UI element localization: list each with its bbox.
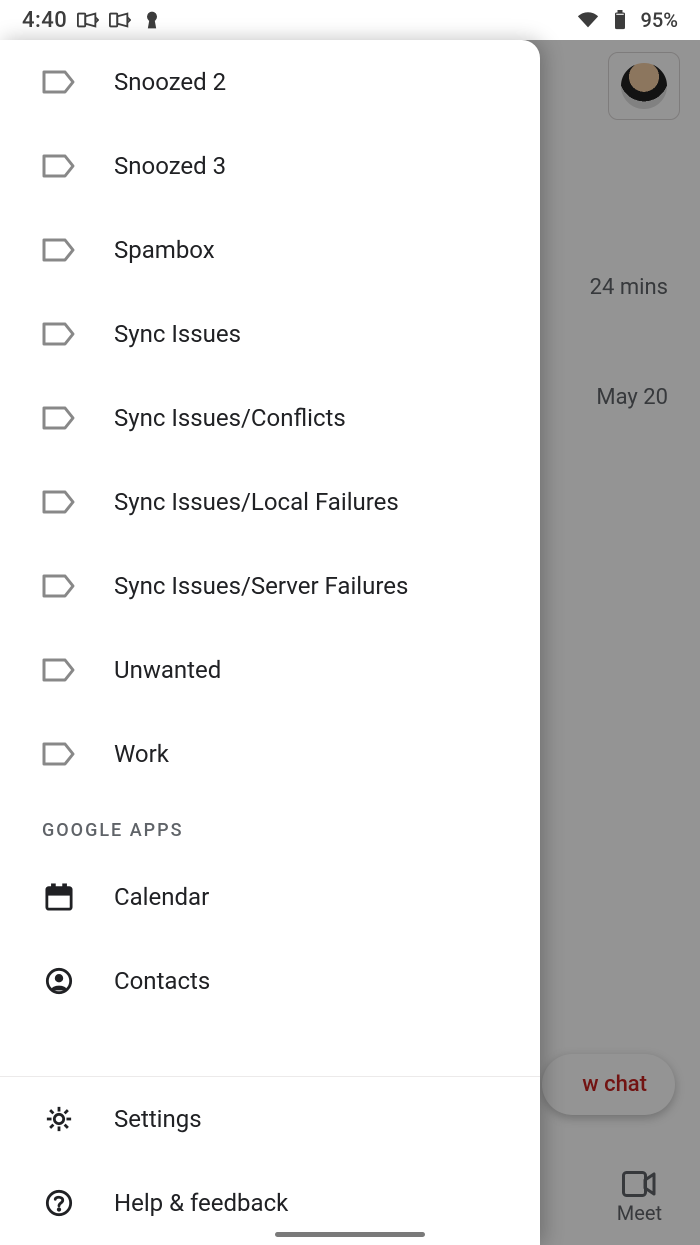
label-icon	[42, 488, 76, 516]
sidebar-item-sync-server-failures[interactable]: Sync Issues/Server Failures	[0, 544, 540, 628]
navigation-drawer: Snoozed 2 Snoozed 3 Spambox Sync Issues …	[0, 40, 540, 1245]
sidebar-item-label: Sync Issues/Local Failures	[114, 488, 399, 516]
nav-handle[interactable]	[275, 1232, 425, 1237]
status-bar: 4:40 95%	[0, 0, 700, 40]
label-icon	[42, 572, 76, 600]
help-icon	[42, 1189, 76, 1217]
sidebar-item-label: Calendar	[114, 883, 209, 911]
calendar-icon	[42, 883, 76, 911]
sidebar-item-label: Unwanted	[114, 656, 221, 684]
sidebar-item-unwanted[interactable]: Unwanted	[0, 628, 540, 712]
keyhole-icon	[141, 10, 163, 30]
sidebar-item-label: Sync Issues/Server Failures	[114, 572, 408, 600]
sidebar-item-sync-local-failures[interactable]: Sync Issues/Local Failures	[0, 460, 540, 544]
wifi-icon	[577, 10, 599, 30]
sidebar-item-label: Sync Issues/Conflicts	[114, 404, 346, 432]
sidebar-item-work[interactable]: Work	[0, 712, 540, 796]
sidebar-item-label: Snoozed 3	[114, 152, 226, 180]
label-icon	[42, 236, 76, 264]
drawer-section-google-apps: Google Apps	[0, 796, 540, 855]
sidebar-item-spambox[interactable]: Spambox	[0, 208, 540, 292]
sidebar-item-label: Help & feedback	[114, 1189, 288, 1217]
sidebar-item-label: Work	[114, 740, 169, 768]
contacts-icon	[42, 967, 76, 995]
sidebar-item-label: Sync Issues	[114, 320, 241, 348]
gear-icon	[42, 1105, 76, 1133]
label-icon	[42, 740, 76, 768]
sidebar-item-label: Contacts	[114, 967, 210, 995]
battery-icon	[609, 10, 631, 30]
sidebar-item-contacts[interactable]: Contacts	[0, 939, 540, 1023]
sidebar-item-calendar[interactable]: Calendar	[0, 855, 540, 939]
label-icon	[42, 320, 76, 348]
sidebar-item-label: Spambox	[114, 236, 215, 264]
status-time: 4:40	[22, 8, 67, 33]
sidebar-item-sync-issues[interactable]: Sync Issues	[0, 292, 540, 376]
sidebar-item-snoozed-2[interactable]: Snoozed 2	[0, 40, 540, 124]
sidebar-item-help[interactable]: Help & feedback	[0, 1161, 540, 1245]
sidebar-item-snoozed-3[interactable]: Snoozed 3	[0, 124, 540, 208]
battery-percentage: 95%	[641, 8, 678, 32]
label-icon	[42, 152, 76, 180]
sidebar-item-label: Settings	[114, 1105, 202, 1133]
outlook-icon	[109, 10, 131, 30]
sidebar-item-label: Snoozed 2	[114, 68, 226, 96]
sidebar-item-sync-conflicts[interactable]: Sync Issues/Conflicts	[0, 376, 540, 460]
label-icon	[42, 68, 76, 96]
label-icon	[42, 656, 76, 684]
outlook-icon	[77, 10, 99, 30]
sidebar-item-settings[interactable]: Settings	[0, 1077, 540, 1161]
label-icon	[42, 404, 76, 432]
